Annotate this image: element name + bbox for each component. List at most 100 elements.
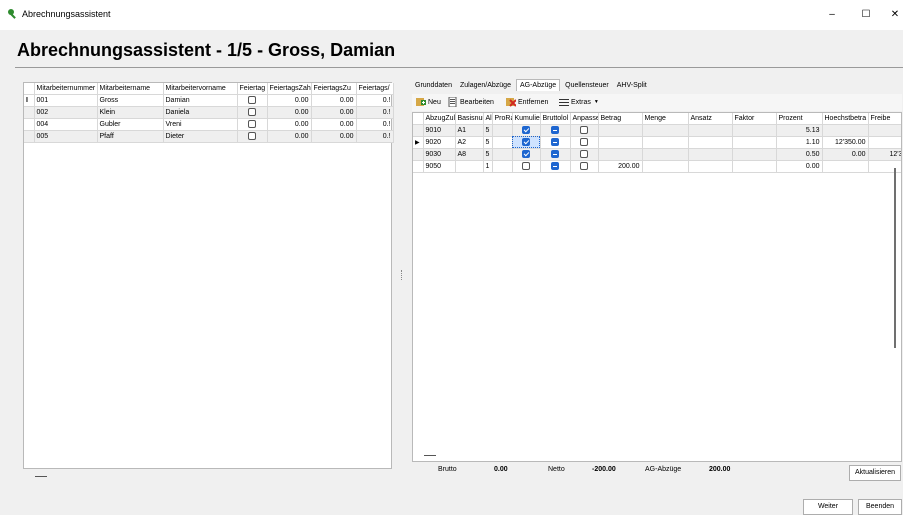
cell-menge[interactable] <box>642 136 689 149</box>
cell-anpassen[interactable] <box>570 160 599 173</box>
cell-hoechstbetrag[interactable]: 12'350.00 <box>822 136 869 149</box>
cell-rest[interactable]: 0.! <box>356 118 394 131</box>
feiertag-checkbox[interactable] <box>248 96 256 104</box>
col-header[interactable]: Mitarbeitervorname <box>163 83 238 95</box>
cell-rest[interactable]: 0.! <box>356 106 394 119</box>
cell-prora[interactable] <box>492 124 513 137</box>
cell-prora[interactable] <box>492 136 513 149</box>
tab-ag-abzuege[interactable]: AG-Abzüge <box>515 79 561 91</box>
cell-basis[interactable]: A8 <box>455 148 484 161</box>
cell-vorname[interactable]: Vreni <box>163 118 238 131</box>
col-header[interactable]: Faktor <box>732 113 777 125</box>
cell-nr[interactable]: 005 <box>34 130 98 143</box>
cell-hoechstbetrag[interactable]: 0.00 <box>822 148 869 161</box>
cell-basis[interactable]: A1 <box>455 124 484 137</box>
feiertag-checkbox[interactable] <box>248 108 256 116</box>
cell-name[interactable]: Gubler <box>97 118 164 131</box>
cell-vorname[interactable]: Daniela <box>163 106 238 119</box>
cell-freibetrag[interactable] <box>868 136 901 149</box>
cell-prozent[interactable]: 0.00 <box>776 160 823 173</box>
cell-ansatz[interactable] <box>688 160 733 173</box>
cell-zah[interactable]: 0.00 <box>267 118 312 131</box>
deductions-grid[interactable]: AbzugZul Basisnur Al ProRa Kumulier Brut… <box>412 112 902 462</box>
col-header[interactable]: Kumulier <box>512 113 541 125</box>
kumuliert-checkbox[interactable] <box>522 150 530 158</box>
extras-menu-button[interactable]: Extras ▼ <box>559 97 599 107</box>
cell-al[interactable]: 5 <box>483 148 493 161</box>
table-row[interactable]: 005 Pfaff Dieter 0.00 0.00 0.! <box>24 130 394 143</box>
col-header[interactable]: Basisnur <box>455 113 484 125</box>
cell-ansatz[interactable] <box>688 136 733 149</box>
table-row[interactable]: 002 Klein Daniela 0.00 0.00 0.! <box>24 106 394 119</box>
col-header[interactable]: Ansatz <box>688 113 733 125</box>
cell-freibetrag[interactable] <box>868 160 901 173</box>
cell-bruttolohn[interactable] <box>540 160 571 173</box>
cell-menge[interactable] <box>642 124 689 137</box>
cell-prora[interactable] <box>492 148 513 161</box>
cell-bruttolohn[interactable] <box>540 136 571 149</box>
cell-freibetrag[interactable] <box>868 124 901 137</box>
minimize-button[interactable]: – <box>817 6 847 24</box>
employee-grid[interactable]: Mitarbeiternummer Mitarbeitername Mitarb… <box>23 82 394 469</box>
col-header[interactable]: Mitarbeiternummer <box>34 83 98 95</box>
cell-faktor[interactable] <box>732 136 777 149</box>
cell-betrag[interactable] <box>598 136 643 149</box>
cell-faktor[interactable] <box>732 148 777 161</box>
col-header[interactable]: Prozent <box>776 113 823 125</box>
cell-zu[interactable]: 0.00 <box>311 118 357 131</box>
cell-feiertag[interactable] <box>237 94 268 107</box>
anpassen-checkbox[interactable] <box>580 150 588 158</box>
cell-feiertag[interactable] <box>237 130 268 143</box>
horizontal-scroll-indicator[interactable] <box>424 455 436 456</box>
col-header[interactable]: Mitarbeitername <box>97 83 164 95</box>
cell-name[interactable]: Gross <box>97 94 164 107</box>
tab-grunddaten[interactable]: Grunddaten <box>412 80 455 91</box>
cell-hoechstbetrag[interactable] <box>822 124 869 137</box>
splitter-handle[interactable] <box>401 270 403 280</box>
bruttolohn-checkbox[interactable] <box>551 126 559 134</box>
cell-anpassen[interactable] <box>570 148 599 161</box>
cell-zah[interactable]: 0.00 <box>267 94 312 107</box>
cell-code[interactable]: 9020 <box>423 136 456 149</box>
cell-vorname[interactable]: Dieter <box>163 130 238 143</box>
cell-bruttolohn[interactable] <box>540 124 571 137</box>
cell-betrag[interactable]: 200.00 <box>598 160 643 173</box>
cell-zu[interactable]: 0.00 <box>311 130 357 143</box>
col-header[interactable]: Feiertag <box>237 83 268 95</box>
cell-ansatz[interactable] <box>688 148 733 161</box>
cell-zu[interactable]: 0.00 <box>311 94 357 107</box>
cell-anpassen[interactable] <box>570 124 599 137</box>
cell-prozent[interactable]: 5.13 <box>776 124 823 137</box>
cell-feiertag[interactable] <box>237 106 268 119</box>
close-button[interactable]: ✕ <box>880 6 903 24</box>
cell-hoechstbetrag[interactable] <box>822 160 869 173</box>
col-header[interactable]: ProRa <box>492 113 513 125</box>
maximize-button[interactable]: ☐ <box>851 6 881 24</box>
cell-ansatz[interactable] <box>688 124 733 137</box>
cell-nr[interactable]: 004 <box>34 118 98 131</box>
vertical-scrollbar[interactable] <box>894 168 896 348</box>
table-row[interactable]: I 001 Gross Damian 0.00 0.00 0.! <box>24 94 394 107</box>
cell-prora[interactable] <box>492 160 513 173</box>
col-header[interactable]: Bruttolol <box>540 113 571 125</box>
bruttolohn-checkbox[interactable] <box>551 138 559 146</box>
cell-menge[interactable] <box>642 148 689 161</box>
col-header[interactable]: AbzugZul <box>423 113 456 125</box>
cell-al[interactable]: 5 <box>483 124 493 137</box>
cell-kumuliert[interactable] <box>512 148 541 161</box>
cell-kumuliert[interactable] <box>512 136 541 149</box>
table-row[interactable]: 9030 A8 5 0.50 0.00 12'3 <box>413 148 901 161</box>
tab-ahv-split[interactable]: AHV-Split <box>614 80 650 91</box>
refresh-button[interactable]: Aktualisieren <box>849 465 901 481</box>
cell-rest[interactable]: 0.! <box>356 94 394 107</box>
cell-betrag[interactable] <box>598 124 643 137</box>
cell-al[interactable]: 5 <box>483 136 493 149</box>
col-header[interactable]: Feiertags/ <box>356 83 394 95</box>
kumuliert-checkbox[interactable] <box>522 126 530 134</box>
cell-freibetrag[interactable]: 12'3 <box>868 148 901 161</box>
horizontal-scroll-indicator[interactable] <box>35 476 47 477</box>
bruttolohn-checkbox[interactable] <box>551 162 559 170</box>
edit-button[interactable]: Bearbeiten <box>448 97 494 107</box>
bruttolohn-checkbox[interactable] <box>551 150 559 158</box>
cell-basis[interactable]: A2 <box>455 136 484 149</box>
